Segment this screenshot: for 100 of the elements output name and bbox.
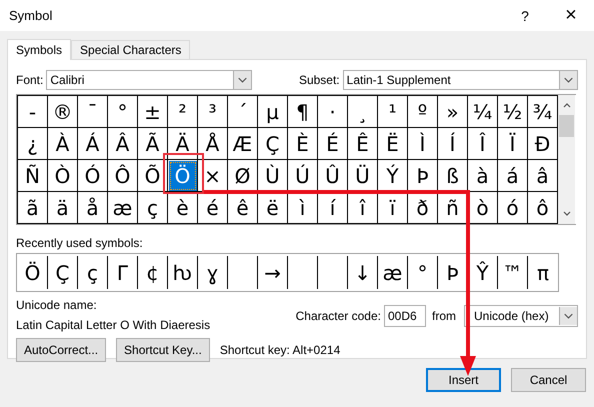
help-button[interactable]: ? (502, 0, 548, 31)
tab[interactable]: Symbols (7, 39, 72, 60)
symbol-cell[interactable]: ³ (208, 102, 217, 122)
symbol-cell[interactable]: Ï (510, 134, 516, 154)
symbol-cell[interactable]: Ñ (25, 166, 40, 186)
symbol-cell[interactable]: Û (325, 166, 340, 186)
symbol-cell[interactable]: â (536, 166, 549, 186)
symbol-cell[interactable]: - (28, 102, 36, 122)
recent-symbol[interactable]: ° (418, 260, 428, 284)
symbol-cell[interactable]: ï (390, 198, 396, 218)
symbol-cell[interactable]: ò (476, 198, 489, 218)
symbol-cell[interactable]: ½ (502, 102, 522, 122)
recent-symbol[interactable]: π (536, 260, 550, 284)
cancel-button[interactable]: Cancel (511, 368, 586, 392)
symbol-cell[interactable]: ® (52, 102, 72, 122)
symbol-cell[interactable]: Ç (266, 134, 280, 154)
symbol-cell[interactable]: ¯ (88, 102, 98, 122)
symbol-cell[interactable]: Ý (386, 166, 399, 186)
symbol-cell[interactable]: ¼ (472, 102, 492, 122)
symbol-cell[interactable]: ñ (446, 198, 459, 218)
scrollbar[interactable] (558, 95, 575, 224)
symbol-cell[interactable]: × (204, 166, 221, 186)
symbol-cell[interactable]: µ (266, 102, 279, 122)
symbol-cell[interactable]: Þ (416, 166, 429, 186)
recent-symbol[interactable]: ɣ (206, 260, 218, 284)
symbol-cell[interactable]: æ (112, 198, 132, 218)
symbol-cell[interactable]: ¹ (388, 102, 397, 122)
symbol-cell[interactable]: Ã (146, 134, 160, 154)
from-dropdown[interactable]: Unicode (hex) (464, 305, 578, 327)
symbol-cell[interactable]: Á (86, 134, 100, 154)
symbol-cell[interactable]: è (176, 198, 189, 218)
symbol-cell[interactable]: ä (56, 198, 69, 218)
recent-symbol[interactable]: ç (87, 260, 98, 284)
symbol-cell[interactable]: ç (147, 198, 158, 218)
insert-button[interactable]: Insert (426, 368, 501, 392)
recent-symbol[interactable]: ƕ (172, 260, 192, 284)
font-dropdown[interactable]: Calibri (46, 70, 252, 90)
recent-symbol[interactable]: ↓ (354, 260, 371, 284)
recent-symbol[interactable]: Þ (446, 260, 459, 284)
symbol-cell[interactable]: ² (178, 102, 187, 122)
symbol-cell[interactable]: Ë (386, 134, 399, 154)
symbol-cell[interactable]: ã (26, 198, 39, 218)
symbol-cell[interactable]: Ä (176, 134, 190, 154)
symbol-cell[interactable]: Ø (234, 166, 250, 186)
recent-symbol[interactable]: Ŷ (476, 260, 489, 284)
tab[interactable]: Special Characters (71, 40, 190, 59)
symbol-cell[interactable]: ° (118, 102, 128, 122)
recent-symbol[interactable]: ¢ (146, 260, 159, 284)
symbol-cell[interactable]: á (506, 166, 519, 186)
symbol-cell[interactable]: ¾ (532, 102, 552, 122)
symbol-cell[interactable]: Ö (168, 160, 196, 190)
symbol-cell[interactable]: Ê (356, 134, 369, 154)
recent-symbol[interactable]: → (264, 260, 281, 284)
symbol-cell[interactable]: Í (450, 134, 456, 154)
close-button[interactable]: × (548, 0, 594, 31)
symbol-cell[interactable]: È (296, 134, 309, 154)
symbol-cell[interactable]: Â (116, 134, 130, 154)
symbol-cell[interactable]: ¿ (27, 134, 38, 154)
subset-dropdown[interactable]: Latin-1 Supplement (342, 70, 578, 90)
symbol-cell[interactable]: Ò (54, 166, 70, 186)
symbol-cell[interactable]: ë (266, 198, 279, 218)
symbol-cell[interactable]: å (86, 198, 99, 218)
recent-symbol[interactable]: ™ (502, 260, 522, 284)
recent-symbol[interactable]: Ö (24, 260, 40, 284)
symbol-cell[interactable]: ¶ (296, 102, 309, 122)
symbol-cell[interactable]: Å (206, 134, 220, 154)
character-code-field[interactable]: 00D6 (384, 305, 426, 327)
scrollbar-thumb[interactable] (559, 115, 574, 137)
symbol-cell[interactable]: ß (446, 166, 459, 186)
symbol-cell[interactable]: í (330, 198, 336, 218)
symbol-cell[interactable]: » (446, 102, 459, 122)
symbol-cell[interactable]: ô (536, 198, 549, 218)
symbol-cell[interactable]: Ú (295, 166, 310, 186)
symbol-cell[interactable]: Õ (144, 166, 160, 186)
symbol-cell[interactable]: Æ (232, 134, 252, 154)
shortcut-key-button[interactable]: Shortcut Key... (116, 338, 210, 362)
symbol-cell[interactable]: Î (480, 134, 486, 154)
symbol-cell[interactable]: Ì (420, 134, 426, 154)
symbol-cell[interactable]: À (56, 134, 70, 154)
autocorrect-button[interactable]: AutoCorrect... (16, 338, 106, 362)
recent-symbol[interactable]: Γ (116, 260, 128, 284)
symbol-cell[interactable]: Ù (265, 166, 280, 186)
scroll-down-icon[interactable] (562, 210, 572, 218)
symbol-cell[interactable]: º (418, 102, 428, 122)
symbol-cell[interactable]: É (326, 134, 339, 154)
recent-symbol[interactable]: æ (382, 260, 402, 284)
symbol-cell[interactable]: ± (144, 102, 161, 122)
symbol-cell[interactable]: ¸ (358, 102, 368, 122)
symbol-cell[interactable]: · (329, 102, 336, 122)
symbol-cell[interactable]: ê (236, 198, 249, 218)
symbol-cell[interactable]: é (206, 198, 219, 218)
symbol-cell[interactable]: ´ (238, 102, 248, 122)
symbol-cell[interactable]: Ô (114, 166, 130, 186)
symbol-cell[interactable]: Ó (84, 166, 100, 186)
scroll-up-icon[interactable] (562, 101, 572, 109)
symbol-cell[interactable]: ó (506, 198, 519, 218)
symbol-cell[interactable]: ì (300, 198, 306, 218)
symbol-cell[interactable]: î (360, 198, 366, 218)
recent-symbol[interactable]: Ç (56, 260, 70, 284)
symbol-cell[interactable]: Ü (355, 166, 370, 186)
